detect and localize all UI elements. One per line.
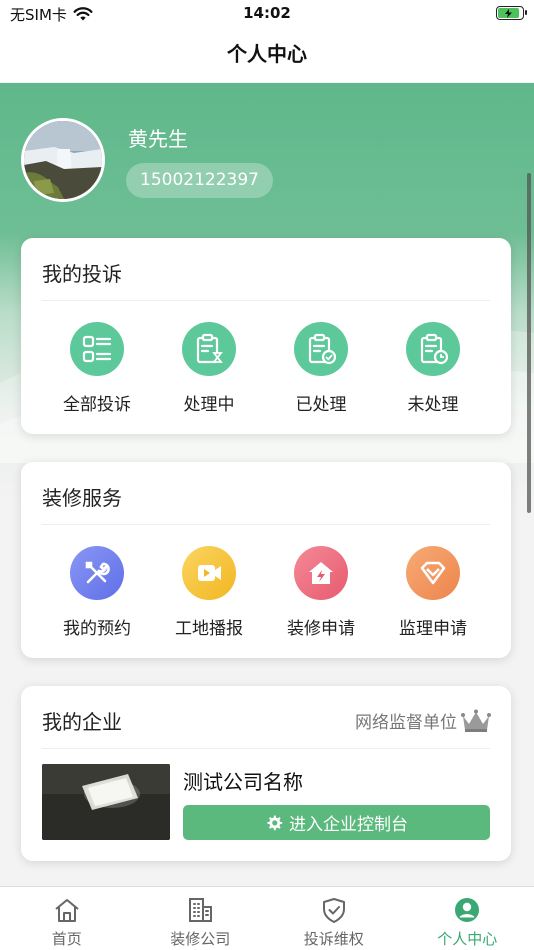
gear-icon [267, 815, 283, 830]
enterprise-title: 我的企业 [42, 710, 122, 734]
enterprise-card: 我的企业 网络监督单位 测试公司名称 进入企业控制台 [21, 686, 511, 861]
crown-icon [461, 709, 491, 732]
service-appointment-label: 我的预约 [63, 619, 131, 639]
tab-companies[interactable]: 装修公司 [134, 887, 268, 950]
tab-home[interactable]: 首页 [0, 887, 134, 950]
complaints-card: 我的投诉 全部投诉 处理中 已处理 未处理 [21, 238, 511, 434]
tab-profile[interactable]: 个人中心 [401, 887, 534, 950]
service-site-report-label: 工地播报 [175, 619, 243, 639]
home-icon [55, 899, 79, 922]
building-icon [189, 898, 213, 922]
house-bolt-icon [294, 546, 348, 600]
services-card: 装修服务 我的预约 工地播报 装修申请 监理申请 [21, 462, 511, 658]
company-image[interactable] [42, 764, 170, 840]
clipboard-check-icon [294, 322, 348, 376]
services-title: 装修服务 [42, 486, 122, 510]
status-bar: 无SIM卡 14:02 [0, 0, 534, 30]
scrollbar[interactable] [527, 173, 531, 513]
nav-bar: 个人中心 [0, 30, 534, 82]
diamond-icon [406, 546, 460, 600]
complaints-title: 我的投诉 [42, 262, 122, 286]
enter-console-label: 进入企业控制台 [289, 815, 408, 835]
battery-icon [496, 6, 527, 20]
shield-check-icon [322, 898, 345, 923]
service-decoration-apply-item[interactable]: 装修申请 [265, 546, 377, 639]
service-appointment-item[interactable]: 我的预约 [41, 546, 153, 639]
user-icon [455, 898, 480, 922]
divider [42, 524, 490, 525]
supervision-badge[interactable]: 网络监督单位 [355, 708, 491, 733]
tab-complaints[interactable]: 投诉维权 [267, 887, 401, 950]
tools-icon [70, 546, 124, 600]
divider [42, 748, 490, 749]
complaints-all-item[interactable]: 全部投诉 [41, 322, 153, 415]
tab-companies-label: 装修公司 [170, 930, 231, 948]
complaints-pending-label: 未处理 [407, 395, 459, 415]
tab-complaints-label: 投诉维权 [303, 930, 364, 948]
complaints-processed-label: 已处理 [295, 395, 347, 415]
clipboard-hourglass-icon [182, 322, 236, 376]
service-site-report-item[interactable]: 工地播报 [153, 546, 265, 639]
divider [42, 300, 490, 301]
avatar[interactable] [21, 118, 105, 202]
complaints-all-label: 全部投诉 [63, 395, 131, 415]
user-phone: 15002122397 [126, 163, 273, 198]
clock: 14:02 [243, 4, 291, 22]
service-supervision-apply-label: 监理申请 [399, 619, 467, 639]
video-icon [182, 546, 236, 600]
profile-content[interactable]: 黄先生 15002122397 我的投诉 全部投诉 处理中 已处理 未处理 装修… [0, 83, 534, 886]
service-supervision-apply-item[interactable]: 监理申请 [377, 546, 489, 639]
clipboard-clock-icon [406, 322, 460, 376]
tab-profile-label: 个人中心 [437, 930, 498, 948]
complaints-processing-label: 处理中 [183, 395, 235, 415]
user-name: 黄先生 [128, 127, 188, 151]
complaints-processed-item[interactable]: 已处理 [265, 322, 377, 415]
supervision-badge-label: 网络监督单位 [355, 713, 457, 733]
tab-home-label: 首页 [51, 930, 82, 948]
list-icon [70, 322, 124, 376]
tab-bar: 首页 装修公司 投诉维权 个人中心 [0, 886, 534, 950]
complaints-pending-item[interactable]: 未处理 [377, 322, 489, 415]
page-title: 个人中心 [227, 42, 307, 66]
complaints-processing-item[interactable]: 处理中 [153, 322, 265, 415]
service-decoration-apply-label: 装修申请 [287, 619, 355, 639]
enter-console-button[interactable]: 进入企业控制台 [183, 805, 490, 840]
company-name: 测试公司名称 [183, 770, 303, 794]
